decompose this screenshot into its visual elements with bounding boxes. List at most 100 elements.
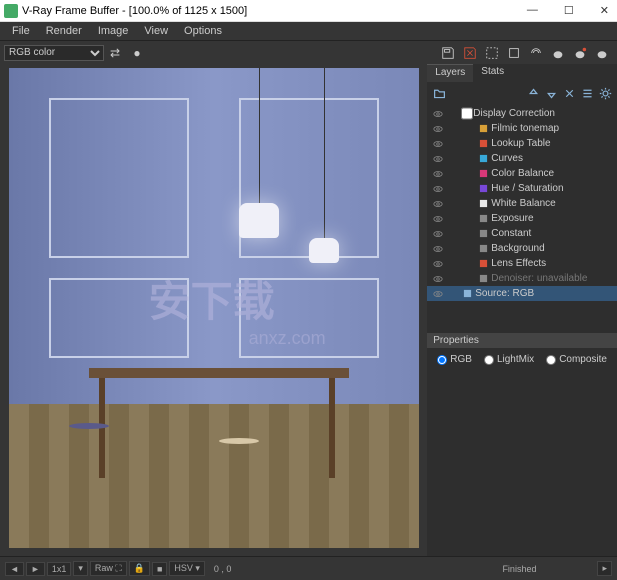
eye-icon[interactable]: [431, 199, 445, 209]
minimize-button[interactable]: —: [523, 4, 542, 17]
swap-icon[interactable]: ⇄: [106, 44, 124, 62]
channel-select[interactable]: RGB color: [4, 45, 104, 61]
layer-display-correction[interactable]: Display Correction: [427, 106, 617, 121]
layer-item[interactable]: Constant: [427, 226, 617, 241]
statusbar: ◄ ► 1x1 ▾ Raw ⛶ 🔒 ■ HSV ▾ 0 , 0 Finished…: [0, 556, 617, 580]
layer-toolbar: [427, 82, 617, 104]
eye-icon[interactable]: [431, 229, 445, 239]
layer-label: White Balance: [491, 198, 613, 209]
raw-toggle[interactable]: Raw ⛶: [90, 561, 127, 576]
zoom-down-icon[interactable]: ▾: [73, 561, 88, 576]
close-button[interactable]: ✕: [596, 4, 613, 17]
layer-item[interactable]: Color Balance: [427, 166, 617, 181]
maximize-button[interactable]: ☐: [560, 4, 578, 17]
eye-icon[interactable]: [431, 154, 445, 164]
lock-icon[interactable]: 🔒: [129, 561, 150, 576]
region-icon[interactable]: [483, 44, 501, 62]
layer-type-icon: [477, 169, 489, 178]
radio-rgb[interactable]: RGB: [437, 354, 472, 365]
layer-item[interactable]: Background: [427, 241, 617, 256]
save-icon[interactable]: [439, 44, 457, 62]
eye-icon[interactable]: [431, 274, 445, 284]
color-box-icon[interactable]: ■: [152, 562, 167, 576]
layer-type-icon: [477, 244, 489, 253]
eye-icon[interactable]: [431, 139, 445, 149]
link-icon[interactable]: [527, 44, 545, 62]
properties-panel: Properties RGB LightMix Composite: [427, 333, 617, 371]
eye-icon[interactable]: [431, 184, 445, 194]
tab-stats[interactable]: Stats: [473, 64, 512, 82]
layer-label: Denoiser: unavailable: [491, 273, 613, 284]
layer-label: Background: [491, 243, 613, 254]
watermark-url: anxz.com: [249, 328, 326, 349]
eye-icon[interactable]: [431, 109, 445, 119]
move-down-icon[interactable]: [543, 85, 559, 101]
layer-item[interactable]: Denoiser: unavailable: [427, 271, 617, 286]
clear-icon[interactable]: [505, 44, 523, 62]
radio-lightmix[interactable]: LightMix: [484, 354, 534, 365]
expand-icon[interactable]: ▸: [597, 561, 612, 576]
layer-item[interactable]: Lens Effects: [427, 256, 617, 271]
history-fwd-icon[interactable]: ►: [26, 562, 45, 576]
tab-layers[interactable]: Layers: [427, 64, 473, 82]
menu-options[interactable]: Options: [176, 25, 230, 37]
menu-file[interactable]: File: [4, 25, 38, 37]
layer-type-icon: [477, 139, 489, 148]
eye-icon[interactable]: [431, 259, 445, 269]
layer-label: Source: RGB: [475, 288, 613, 299]
app-icon: [4, 4, 18, 18]
eye-icon[interactable]: [431, 244, 445, 254]
move-up-icon[interactable]: [525, 85, 541, 101]
layer-label: Filmic tonemap: [491, 123, 613, 134]
render-last-icon[interactable]: [549, 44, 567, 62]
menu-view[interactable]: View: [136, 25, 176, 37]
layer-label: Curves: [491, 153, 613, 164]
side-panel: Layers Stats Display Correction Filmic t…: [427, 64, 617, 556]
hsv-toggle[interactable]: HSV ▾: [169, 561, 205, 576]
render-interactive-icon[interactable]: [571, 44, 589, 62]
menubar: File Render Image View Options: [0, 22, 617, 40]
layer-item[interactable]: White Balance: [427, 196, 617, 211]
menu-image[interactable]: Image: [90, 25, 137, 37]
layer-item[interactable]: Hue / Saturation: [427, 181, 617, 196]
menu-render[interactable]: Render: [38, 25, 90, 37]
radio-composite[interactable]: Composite: [546, 354, 607, 365]
eye-icon[interactable]: [431, 214, 445, 224]
render-state: Finished: [502, 564, 536, 574]
history-back-icon[interactable]: ◄: [5, 562, 24, 576]
titlebar: V-Ray Frame Buffer - [100.0% of 1125 x 1…: [0, 0, 617, 22]
folder-add-icon[interactable]: [431, 85, 447, 101]
layer-type-icon: [477, 154, 489, 163]
render-image: 安下载 anxz.com: [9, 68, 419, 548]
layer-list: Display Correction Filmic tonemap Lookup …: [427, 104, 617, 303]
layer-type-icon: [477, 184, 489, 193]
delete-layer-icon[interactable]: [561, 85, 577, 101]
cursor-coords: 0 , 0: [214, 564, 232, 574]
layer-item[interactable]: Exposure: [427, 211, 617, 226]
layer-label: Color Balance: [491, 168, 613, 179]
viewport[interactable]: 安下载 anxz.com: [0, 64, 427, 556]
layer-type-icon: [477, 229, 489, 238]
layer-type-icon: [477, 274, 489, 283]
layer-source[interactable]: Source: RGB: [427, 286, 617, 301]
gear-icon[interactable]: [597, 85, 613, 101]
layer-item[interactable]: Filmic tonemap: [427, 121, 617, 136]
watermark-text: 安下载: [149, 268, 275, 329]
layer-item[interactable]: Curves: [427, 151, 617, 166]
layer-item[interactable]: Lookup Table: [427, 136, 617, 151]
eye-icon[interactable]: [431, 124, 445, 134]
dot-icon[interactable]: ●: [128, 44, 146, 62]
render-production-icon[interactable]: [593, 44, 611, 62]
menu-icon[interactable]: [579, 85, 595, 101]
layer-type-icon: [477, 199, 489, 208]
layer-checkbox[interactable]: [461, 107, 473, 120]
eye-icon[interactable]: [431, 169, 445, 179]
source-icon: [461, 289, 473, 298]
zoom-label[interactable]: 1x1: [47, 562, 72, 576]
layer-label: Lens Effects: [491, 258, 613, 269]
layer-type-icon: [477, 124, 489, 133]
save-all-icon[interactable]: [461, 44, 479, 62]
layer-label: Hue / Saturation: [491, 183, 613, 194]
eye-icon[interactable]: [431, 289, 445, 299]
layer-label: Lookup Table: [491, 138, 613, 149]
